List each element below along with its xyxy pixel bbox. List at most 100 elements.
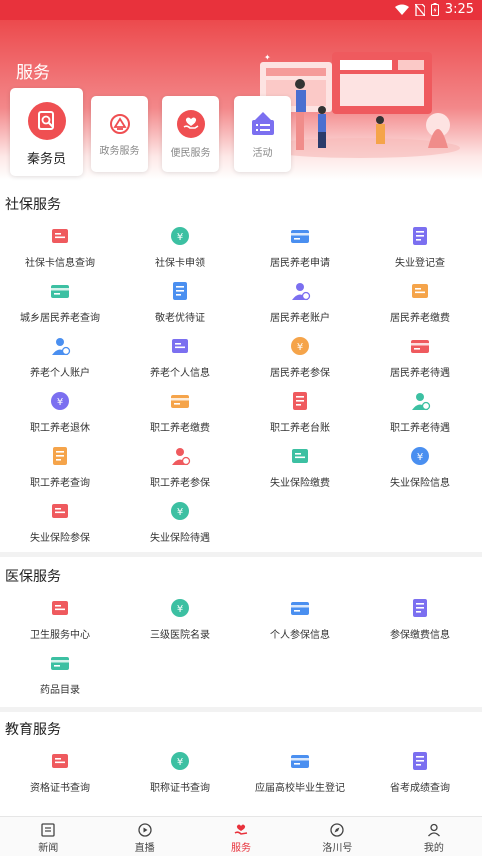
section-title: 教育服务: [5, 721, 61, 737]
service-item-icon: [53, 447, 67, 465]
service-item-icon: [52, 754, 68, 768]
service-item[interactable]: 居民养老缴费: [360, 279, 480, 324]
nav-service[interactable]: 服务: [193, 817, 289, 856]
service-item-icon: [412, 284, 428, 298]
service-item[interactable]: 资格证书查询: [0, 749, 120, 794]
service-item-icon: [51, 285, 69, 298]
service-item-icon: [413, 227, 427, 245]
compass-icon: [330, 823, 345, 837]
service-item[interactable]: 居民养老申请: [240, 224, 360, 269]
service-icon: [234, 824, 248, 835]
search-doc-icon: [37, 111, 54, 130]
no-sim-icon: [414, 3, 425, 16]
service-item[interactable]: 居民养老待遇: [360, 334, 480, 379]
service-item[interactable]: 养老个人信息: [120, 334, 240, 379]
quick-card-activity[interactable]: 活动: [234, 96, 291, 172]
svg-text:¥: ¥: [177, 604, 183, 615]
service-item-label: 居民养老账户: [270, 313, 330, 324]
service-item[interactable]: 职工养老缴费: [120, 389, 240, 434]
service-item[interactable]: 卫生服务中心: [0, 596, 120, 641]
service-item[interactable]: 省考成绩查询: [360, 749, 480, 794]
service-item[interactable]: 失业保险参保: [0, 499, 120, 544]
service-item-label: 职工养老参保: [150, 478, 210, 489]
service-item-icon: [292, 283, 311, 301]
nav-label: 直播: [134, 843, 155, 854]
section-divider: [0, 552, 482, 557]
service-item-label: 职工养老查询: [30, 478, 90, 489]
nav-luochuan[interactable]: 洛川号: [289, 817, 385, 856]
service-item-icon: [173, 282, 187, 300]
service-item-icon: [411, 340, 429, 353]
service-item-label: 个人参保信息: [270, 630, 330, 641]
service-item[interactable]: ¥ 失业保险待遇: [120, 499, 240, 544]
service-item-label: 失业保险缴费: [270, 478, 330, 489]
service-item-label: 职称证书查询: [150, 783, 210, 794]
service-item[interactable]: 职工养老查询: [0, 444, 120, 489]
service-item[interactable]: 养老个人账户: [0, 334, 120, 379]
service-item-label: 居民养老参保: [270, 368, 330, 379]
service-item[interactable]: 职工养老参保: [120, 444, 240, 489]
service-item[interactable]: 失业登记查: [360, 224, 480, 269]
section-title: 医保服务: [5, 568, 61, 584]
service-item-icon: [292, 449, 308, 463]
service-item[interactable]: ¥ 社保卡申领: [120, 224, 240, 269]
helping-hand-icon: [183, 117, 198, 129]
service-item[interactable]: 个人参保信息: [240, 596, 360, 641]
service-item-icon: [51, 657, 69, 670]
app-screen: 3:25 服务 ✦ 秦务员 政务服务 便民服务 活动 社保服务 社保卡信息查询 …: [0, 0, 482, 856]
service-item-icon: [172, 448, 191, 466]
service-item-icon: [52, 601, 68, 615]
section-title: 社保服务: [5, 196, 61, 212]
svg-text:¥: ¥: [177, 507, 183, 518]
service-item[interactable]: 应届高校毕业生登记: [240, 749, 360, 794]
service-item[interactable]: 城乡居民养老查询: [0, 279, 120, 324]
service-item-label: 敬老优待证: [155, 313, 205, 324]
service-item[interactable]: 参保缴费信息: [360, 596, 480, 641]
service-item[interactable]: ¥ 职称证书查询: [120, 749, 240, 794]
service-item-icon: ¥: [171, 227, 189, 245]
service-item-label: 职工养老待遇: [390, 423, 450, 434]
service-item-label: 社保卡申领: [155, 258, 205, 269]
service-item-icon: [291, 755, 309, 768]
service-item-label: 三级医院名录: [150, 630, 210, 641]
service-item[interactable]: ¥ 职工养老退休: [0, 389, 120, 434]
event-banner-icon: [251, 112, 274, 135]
service-item-label: 失业保险参保: [30, 533, 90, 544]
service-item[interactable]: ¥ 居民养老参保: [240, 334, 360, 379]
svg-text:¥: ¥: [297, 342, 303, 353]
service-item[interactable]: 社保卡信息查询: [0, 224, 120, 269]
service-item-label: 省考成绩查询: [390, 783, 450, 794]
service-item-icon: [413, 752, 427, 770]
quick-card-gov-service[interactable]: 政务服务: [91, 96, 148, 172]
page-title: 服务: [16, 63, 50, 82]
battery-icon: [430, 3, 439, 16]
service-item-label: 应届高校毕业生登记: [255, 783, 345, 794]
nav-news[interactable]: 新闻: [0, 817, 96, 856]
service-item[interactable]: 失业保险缴费: [240, 444, 360, 489]
quick-card-convenience[interactable]: 便民服务: [162, 96, 219, 172]
quick-card-label: 秦务员: [26, 151, 66, 166]
gov-emblem-icon: [109, 114, 130, 134]
service-item-label: 城乡居民养老查询: [20, 313, 100, 324]
service-item-icon: [171, 395, 189, 408]
service-item-icon: [52, 229, 68, 243]
service-item[interactable]: 敬老优待证: [120, 279, 240, 324]
service-item-label: 养老个人信息: [150, 368, 210, 379]
bottom-navigation: 新闻 直播 服务 洛川号 我的: [0, 816, 482, 856]
nav-live[interactable]: 直播: [96, 817, 192, 856]
status-bar: 3:25: [0, 0, 482, 20]
service-item-label: 社保卡信息查询: [25, 258, 95, 269]
service-item[interactable]: 职工养老待遇: [360, 389, 480, 434]
service-item[interactable]: ¥ 失业保险信息: [360, 444, 480, 489]
service-item-label: 资格证书查询: [30, 783, 90, 794]
service-item-icon: [52, 504, 68, 518]
service-item-icon: ¥: [291, 337, 309, 355]
quick-card-qinwuyuan[interactable]: 秦务员: [10, 88, 83, 176]
service-item-label: 养老个人账户: [30, 368, 90, 379]
service-item-label: 职工养老缴费: [150, 423, 210, 434]
service-item[interactable]: 职工养老台账: [240, 389, 360, 434]
service-item[interactable]: 居民养老账户: [240, 279, 360, 324]
service-item[interactable]: ¥ 三级医院名录: [120, 596, 240, 641]
nav-profile[interactable]: 我的: [386, 817, 482, 856]
service-item[interactable]: 药品目录: [0, 651, 120, 696]
